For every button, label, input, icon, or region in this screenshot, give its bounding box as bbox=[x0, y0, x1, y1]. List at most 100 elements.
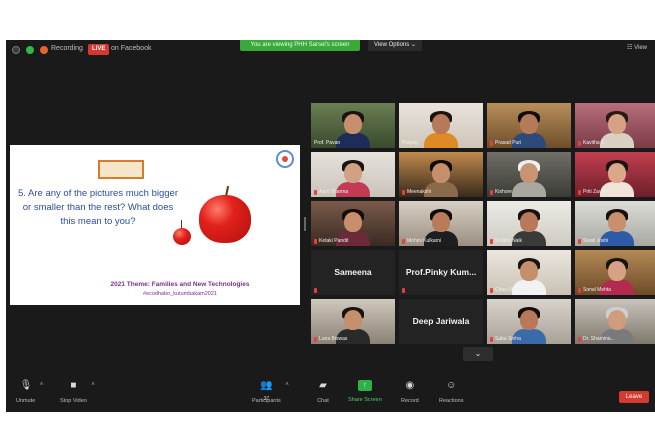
participant-tile[interactable]: Aarti Sharma bbox=[311, 152, 395, 197]
leave-button[interactable]: Leave bbox=[619, 391, 649, 403]
participant-tile[interactable]: Prof.Pinky Kum... bbox=[399, 250, 483, 295]
chevron-up-icon[interactable]: ˄ bbox=[285, 382, 289, 388]
participant-face-graphic bbox=[344, 212, 362, 232]
participant-tile[interactable]: Swati Joshi bbox=[575, 201, 655, 246]
participant-tile[interactable]: Deep Jariwala bbox=[399, 299, 483, 344]
meeting-topbar: Recording LIVE on Facebook You are viewi… bbox=[6, 40, 655, 60]
participants-button[interactable]: 👥37 ˄ Participants bbox=[252, 380, 289, 404]
participant-name: Kavitha K bbox=[583, 140, 605, 146]
participant-body-graphic bbox=[512, 182, 546, 197]
chat-bubble-icon: ▰ bbox=[319, 380, 327, 391]
participant-display-name: Sameena bbox=[334, 267, 372, 277]
participant-tile[interactable]: Saba Sinha bbox=[487, 299, 571, 344]
big-apple-image bbox=[199, 195, 251, 243]
participant-tile[interactable]: Mohini Kulkarni bbox=[399, 201, 483, 246]
muted-mic-icon bbox=[490, 288, 493, 293]
participant-face-graphic bbox=[344, 310, 362, 330]
muted-mic-icon bbox=[578, 288, 581, 293]
stop-video-label: Stop Video bbox=[60, 398, 87, 404]
participant-face-graphic bbox=[608, 261, 626, 281]
participant-tile[interactable]: Dr. Shamina... bbox=[575, 299, 655, 344]
participant-face-graphic bbox=[520, 212, 538, 232]
participant-tile[interactable]: Ketaki Pandit bbox=[311, 201, 395, 246]
muted-mic-icon bbox=[578, 337, 581, 342]
chevron-up-icon[interactable]: ˄ bbox=[40, 382, 44, 388]
participant-face-graphic bbox=[608, 163, 626, 183]
gallery-more-button[interactable]: ⌄ bbox=[463, 347, 493, 361]
chat-button[interactable]: ▰ Chat bbox=[317, 380, 329, 404]
muted-mic-icon bbox=[578, 141, 581, 146]
participant-display-name: Deep Jariwala bbox=[412, 316, 470, 326]
participant-body-graphic bbox=[424, 133, 458, 148]
participant-tile[interactable]: Priti Zaveri bbox=[575, 152, 655, 197]
participant-name: Dr. Shamina... bbox=[583, 336, 615, 342]
muted-mic-icon bbox=[314, 337, 317, 342]
view-options-button[interactable]: View Options ⌄ bbox=[368, 40, 422, 51]
info-icon[interactable] bbox=[12, 46, 20, 54]
slide-banner-graphic bbox=[98, 160, 144, 179]
screen-share-banner: You are viewing PHH Sarsel's screen bbox=[240, 40, 360, 51]
participant-tile[interactable]: Prof. Pavan bbox=[311, 103, 395, 148]
live-target[interactable]: on Facebook bbox=[111, 45, 151, 52]
participant-name: Luna Biswas bbox=[319, 336, 348, 342]
muted-mic-icon bbox=[490, 239, 493, 244]
participant-tile[interactable]: Sameena bbox=[311, 250, 395, 295]
reactions-button[interactable]: ☺ Reactions bbox=[439, 380, 463, 404]
encryption-icon[interactable] bbox=[26, 46, 34, 54]
muted-mic-icon bbox=[490, 337, 493, 342]
muted-mic-icon bbox=[402, 190, 405, 195]
split-divider-handle[interactable] bbox=[304, 217, 306, 231]
participant-tile[interactable]: Charu Bharadwaj bbox=[487, 250, 571, 295]
participant-face-graphic bbox=[608, 310, 626, 330]
participant-display-name: Prof.Pinky Kum... bbox=[405, 267, 477, 277]
record-label: Record bbox=[401, 398, 419, 404]
participant-tile[interactable]: Srushti Naik bbox=[487, 201, 571, 246]
microphone-muted-icon: 🎙 bbox=[19, 380, 33, 391]
participant-tile[interactable]: Prasad Puri bbox=[487, 103, 571, 148]
participant-tile[interactable]: Sonal Mehta bbox=[575, 250, 655, 295]
participant-name: Sonal Mehta bbox=[583, 287, 612, 293]
participant-name: Saba Sinha bbox=[495, 336, 521, 342]
muted-mic-icon bbox=[490, 190, 493, 195]
participant-tile[interactable]: Kavitha K bbox=[575, 103, 655, 148]
record-button[interactable]: ◉ Record bbox=[401, 380, 419, 404]
record-dot-icon: ◉ bbox=[405, 380, 415, 391]
participant-name: Swati Joshi bbox=[583, 238, 609, 244]
small-apple-image bbox=[173, 228, 191, 245]
participant-name: Ketaki Pandit bbox=[319, 238, 349, 244]
participant-name: Kishore bbox=[495, 189, 512, 195]
unmute-button[interactable]: 🎙 ˄ Unmute bbox=[16, 380, 43, 404]
participant-name: Charu Bharadwaj bbox=[495, 287, 534, 293]
muted-mic-icon bbox=[314, 239, 317, 244]
participant-tile[interactable]: Kishore bbox=[487, 152, 571, 197]
participant-face-graphic bbox=[520, 114, 538, 134]
participant-name: Aarti Sharma bbox=[319, 189, 349, 195]
participant-tile[interactable]: Luna Biswas bbox=[311, 299, 395, 344]
view-mode-button[interactable]: ☷ View bbox=[627, 44, 647, 51]
live-badge: LIVE bbox=[88, 44, 110, 55]
view-options-label: View Options bbox=[374, 42, 410, 48]
share-screen-label: Share Screen bbox=[348, 397, 382, 403]
participant-name: Prayag bbox=[402, 140, 418, 146]
stop-video-button[interactable]: ■ ˄ Stop Video bbox=[60, 380, 95, 404]
participant-tile[interactable]: Prayag bbox=[399, 103, 483, 148]
unmute-label: Unmute bbox=[16, 398, 36, 404]
slide-logo-icon bbox=[276, 150, 294, 168]
share-screen-button[interactable]: ↑ Share Screen bbox=[348, 380, 382, 403]
zoom-window: Recording LIVE on Facebook You are viewi… bbox=[6, 40, 655, 412]
smiley-icon: ☺ bbox=[446, 380, 457, 391]
muted-mic-icon bbox=[578, 190, 581, 195]
recording-icon bbox=[40, 46, 48, 54]
participant-body-graphic bbox=[600, 133, 634, 148]
participant-body-graphic bbox=[336, 133, 370, 148]
muted-mic-icon bbox=[578, 239, 581, 244]
chevron-up-icon[interactable]: ˄ bbox=[91, 382, 95, 388]
participant-face-graphic bbox=[432, 212, 450, 232]
participant-name: Meenakshi bbox=[407, 189, 432, 195]
participant-name: Mohini Kulkarni bbox=[407, 238, 442, 244]
slide-footer-tag: #ecodhabo_kutumbakam2021 bbox=[142, 291, 217, 297]
view-mode-label: View bbox=[634, 45, 647, 51]
participant-tile[interactable]: Meenakshi bbox=[399, 152, 483, 197]
participant-face-graphic bbox=[608, 114, 626, 134]
participant-face-graphic bbox=[344, 163, 362, 183]
